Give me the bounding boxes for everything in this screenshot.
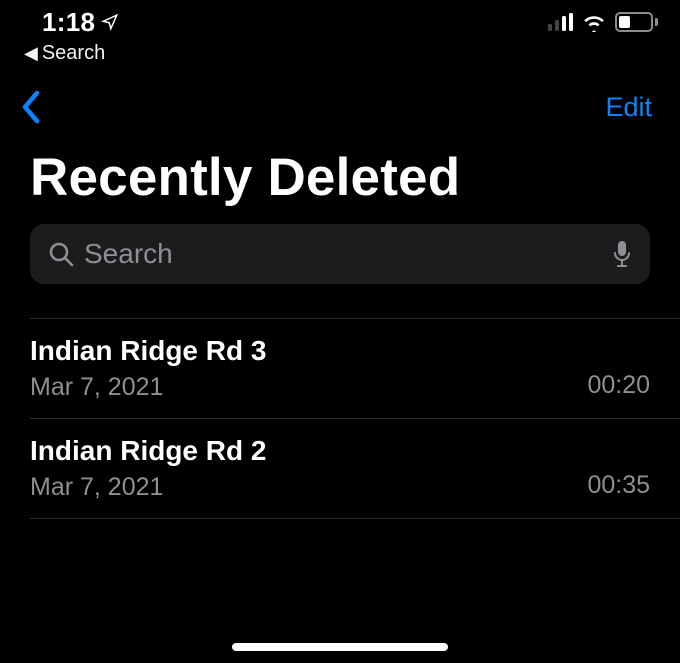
status-right xyxy=(548,12,659,32)
recording-duration: 00:20 xyxy=(587,371,650,402)
recordings-list: Indian Ridge Rd 3 Mar 7, 2021 00:20 Indi… xyxy=(0,318,680,519)
nav-bar: Edit xyxy=(0,71,680,131)
location-icon xyxy=(101,13,119,31)
battery-icon xyxy=(615,12,658,32)
search-icon xyxy=(48,241,74,267)
recording-duration: 00:35 xyxy=(587,471,650,502)
status-left: 1:18 xyxy=(42,7,119,38)
list-item[interactable]: Indian Ridge Rd 3 Mar 7, 2021 00:20 xyxy=(0,319,680,418)
wifi-icon xyxy=(581,12,607,32)
recording-title: Indian Ridge Rd 3 xyxy=(30,335,587,367)
microphone-icon[interactable] xyxy=(612,240,632,268)
edit-button[interactable]: Edit xyxy=(605,92,652,123)
status-time: 1:18 xyxy=(42,7,95,38)
recording-date: Mar 7, 2021 xyxy=(30,373,587,402)
list-item[interactable]: Indian Ridge Rd 2 Mar 7, 2021 00:35 xyxy=(0,419,680,518)
back-button[interactable] xyxy=(20,89,42,125)
page-title: Recently Deleted xyxy=(0,131,680,224)
breadcrumb-chevron-icon: ◀ xyxy=(24,43,38,64)
search-container xyxy=(0,224,680,300)
home-indicator[interactable] xyxy=(232,643,448,651)
status-bar: 1:18 xyxy=(0,0,680,44)
breadcrumb-label: Search xyxy=(42,42,105,65)
search-field[interactable] xyxy=(30,224,650,284)
search-input[interactable] xyxy=(84,238,602,270)
recording-date: Mar 7, 2021 xyxy=(30,473,587,502)
recording-title: Indian Ridge Rd 2 xyxy=(30,435,587,467)
breadcrumb-back[interactable]: ◀ Search xyxy=(0,42,680,71)
cellular-signal-icon xyxy=(548,13,574,31)
